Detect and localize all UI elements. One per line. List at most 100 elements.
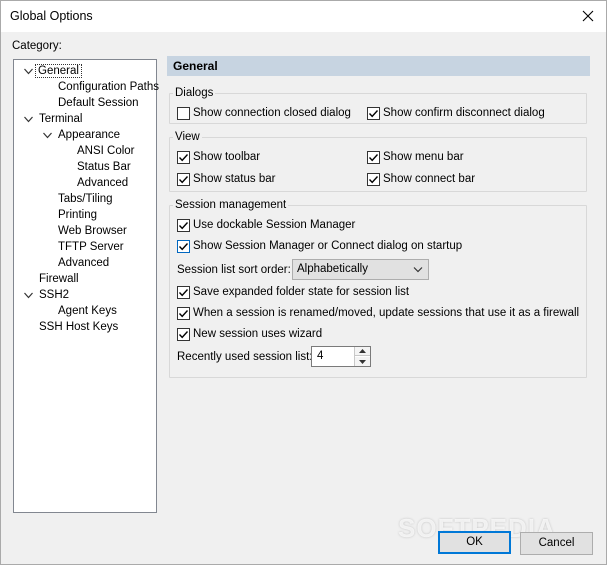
caret-up-icon — [359, 349, 366, 353]
check-icon — [178, 153, 189, 161]
chevron-down-icon[interactable] — [23, 66, 33, 76]
check-icon — [178, 242, 189, 250]
checkbox-label: Show menu bar — [383, 151, 464, 163]
show-confirm-disconnect-checkbox[interactable]: Show confirm disconnect dialog — [367, 105, 545, 121]
sort-order-select[interactable]: Alphabetically — [292, 259, 429, 280]
global-options-dialog: Global Options Category: General Configu… — [0, 0, 607, 565]
tree-item-tabs-tiling[interactable]: Tabs/Tiling — [56, 191, 115, 207]
checkbox-box — [367, 150, 380, 164]
chevron-down-icon[interactable] — [23, 114, 33, 124]
tree-item-label: Agent Keys — [58, 305, 117, 317]
checkbox-box — [177, 218, 190, 232]
cancel-button[interactable]: Cancel — [520, 532, 593, 555]
tree-item-label: Tabs/Tiling — [58, 193, 113, 205]
check-icon — [178, 175, 189, 183]
tree-item-label: Status Bar — [77, 161, 131, 173]
chevron-down-icon[interactable] — [42, 130, 52, 140]
checkbox-label: Show connect bar — [383, 173, 476, 185]
check-icon — [178, 288, 189, 296]
checkbox-box — [367, 106, 380, 120]
checkbox-label: Show confirm disconnect dialog — [383, 107, 545, 119]
tree-item-label: Advanced — [58, 257, 110, 269]
chevron-down-icon — [413, 267, 423, 273]
tree-item-default-session[interactable]: Default Session — [56, 95, 141, 111]
panel-header: General — [167, 56, 590, 76]
title-bar: Global Options — [1, 1, 606, 32]
checkbox-box — [177, 106, 190, 120]
check-icon — [178, 330, 189, 338]
checkbox-box — [177, 150, 190, 164]
tree-item-tftp-server[interactable]: TFTP Server — [56, 239, 126, 255]
tree-item-label: Configuration Paths — [58, 81, 160, 93]
tree-item-label: Web Browser — [58, 225, 127, 237]
update-firewall-sessions-checkbox[interactable]: When a session is renamed/moved, update … — [177, 305, 579, 321]
recent-sessions-value: 4 — [317, 350, 324, 362]
tree-item-label: Default Session — [58, 97, 139, 109]
caret-down-icon — [359, 359, 366, 364]
check-icon — [178, 309, 189, 317]
check-icon — [368, 175, 379, 183]
tree-item-ssh2[interactable]: SSH2 — [37, 287, 71, 303]
save-expanded-state-checkbox[interactable]: Save expanded folder state for session l… — [177, 284, 409, 300]
tree-item-firewall[interactable]: Firewall — [37, 271, 81, 287]
show-menu-bar-checkbox[interactable]: Show menu bar — [367, 149, 464, 165]
check-icon — [368, 153, 379, 161]
tree-item-general[interactable]: General — [35, 63, 82, 79]
stepper-down-button[interactable] — [355, 357, 370, 366]
close-icon — [582, 10, 594, 22]
tree-item-label: Printing — [58, 209, 97, 221]
tree-item-appearance[interactable]: Appearance — [56, 127, 122, 143]
tree-item-label: SSH Host Keys — [39, 321, 119, 333]
show-connect-bar-checkbox[interactable]: Show connect bar — [367, 171, 475, 187]
checkbox-box — [177, 172, 190, 186]
tree-item-label: General — [35, 64, 82, 78]
category-tree[interactable]: General Configuration Paths Default Sess… — [13, 59, 159, 513]
show-on-startup-checkbox[interactable]: Show Session Manager or Connect dialog o… — [177, 238, 462, 254]
tree-item-label: TFTP Server — [58, 241, 124, 253]
recent-sessions-label: Recently used session list: — [177, 351, 313, 363]
recent-sessions-stepper[interactable]: 4 — [311, 346, 371, 367]
tree-item-label: Appearance — [58, 129, 121, 141]
tree-item-label: Advanced — [77, 177, 129, 189]
new-session-wizard-checkbox[interactable]: New session uses wizard — [177, 326, 322, 342]
checkbox-label: Show Session Manager or Connect dialog o… — [193, 240, 463, 252]
tree-item-label: Terminal — [39, 113, 83, 125]
tree-item-terminal[interactable]: Terminal — [37, 111, 84, 127]
tree-item-label: Firewall — [39, 273, 79, 285]
checkbox-box — [367, 172, 380, 186]
ok-button[interactable]: OK — [438, 531, 511, 554]
chevron-down-icon[interactable] — [23, 290, 33, 300]
close-button[interactable] — [574, 3, 602, 29]
show-connection-closed-checkbox[interactable]: Show connection closed dialog — [177, 105, 351, 121]
checkbox-box — [177, 306, 190, 320]
tree-item-printing[interactable]: Printing — [56, 207, 99, 223]
show-status-bar-checkbox[interactable]: Show status bar — [177, 171, 275, 187]
use-dockable-session-manager-checkbox[interactable]: Use dockable Session Manager — [177, 217, 355, 233]
check-icon — [178, 221, 189, 229]
checkbox-box — [177, 239, 190, 253]
tree-item-agent-keys[interactable]: Agent Keys — [56, 303, 119, 319]
checkbox-box — [177, 285, 190, 299]
category-label: Category: — [12, 40, 62, 52]
tree-item-appearance-advanced[interactable]: Advanced — [75, 175, 130, 191]
checkbox-label: Show status bar — [193, 173, 276, 185]
sort-order-label: Session list sort order: — [177, 264, 291, 276]
session-management-group-title: Session management — [173, 199, 289, 211]
checkbox-label: New session uses wizard — [193, 328, 323, 340]
tree-item-web-browser[interactable]: Web Browser — [56, 223, 129, 239]
tree-item-ansi-color[interactable]: ANSI Color — [75, 143, 137, 159]
checkbox-label: Save expanded folder state for session l… — [193, 286, 410, 298]
checkbox-label: Show toolbar — [193, 151, 261, 163]
tree-item-configuration-paths[interactable]: Configuration Paths — [56, 79, 161, 95]
checkbox-label: Show connection closed dialog — [193, 107, 351, 119]
sort-order-value: Alphabetically — [297, 263, 368, 275]
show-toolbar-checkbox[interactable]: Show toolbar — [177, 149, 260, 165]
tree-item-status-bar[interactable]: Status Bar — [75, 159, 133, 175]
checkbox-label: Use dockable Session Manager — [193, 219, 356, 231]
checkbox-box — [177, 327, 190, 341]
tree-item-ssh-host-keys[interactable]: SSH Host Keys — [37, 319, 120, 335]
check-icon — [368, 109, 379, 117]
tree-item-label: SSH2 — [39, 289, 70, 301]
stepper-up-button[interactable] — [355, 347, 370, 356]
tree-item-terminal-advanced[interactable]: Advanced — [56, 255, 111, 271]
